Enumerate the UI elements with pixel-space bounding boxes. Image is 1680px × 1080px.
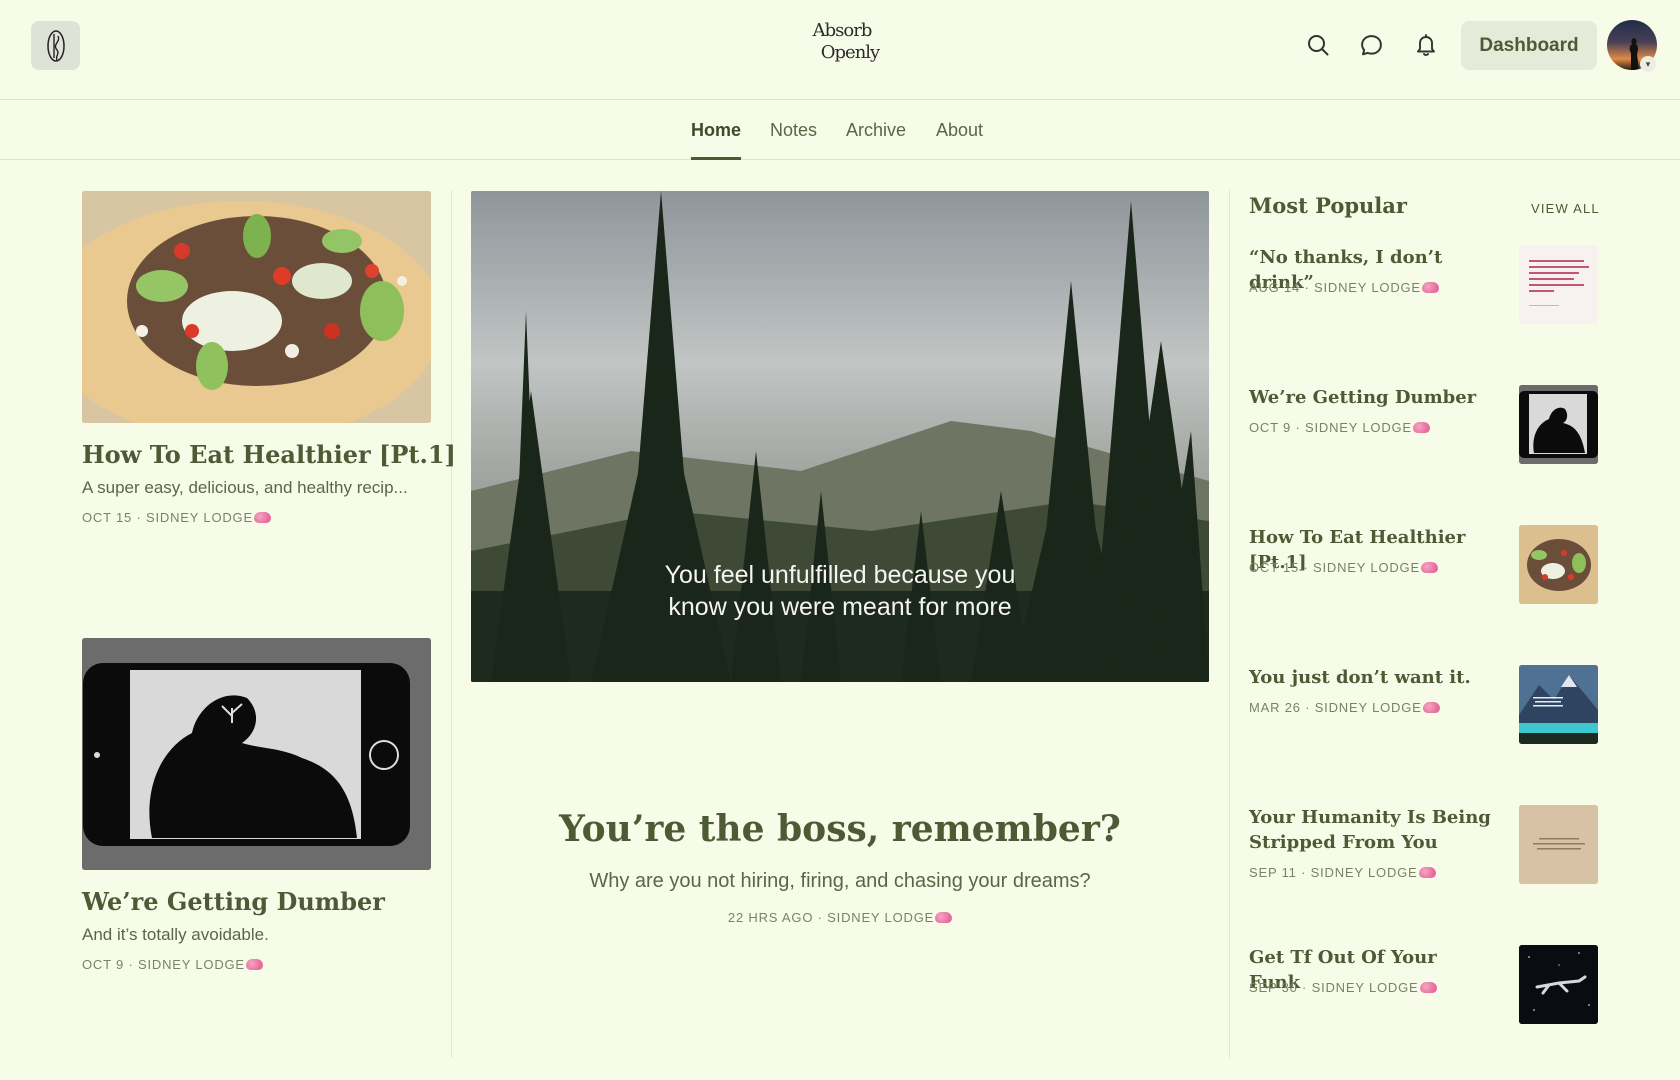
- post-subtitle: And it’s totally avoidable.: [82, 925, 269, 944]
- tab-archive[interactable]: Archive: [846, 120, 906, 160]
- featured-image-caption: You feel unfulfilled because you know yo…: [471, 559, 1209, 623]
- post-meta-text: OCT 15 · SIDNEY LODGE: [82, 510, 253, 525]
- post-title[interactable]: We’re Getting Dumber: [82, 887, 385, 916]
- brain-emoji-icon: [1419, 982, 1437, 993]
- post-meta-text: SEP 30 · SIDNEY LODGE: [1249, 980, 1419, 995]
- logo-mark-icon: [46, 29, 65, 62]
- brain-emoji-icon: [935, 912, 953, 923]
- quote-card-thumbnail: [1519, 245, 1598, 324]
- chat-button[interactable]: [1357, 31, 1385, 59]
- column-divider-left: [451, 190, 452, 1058]
- post-meta-text: OCT 15 · SIDNEY LODGE: [1249, 560, 1420, 575]
- popular-post-title[interactable]: We’re Getting Dumber: [1249, 385, 1494, 410]
- post-meta: OCT 15 · SIDNEY LODGE: [82, 510, 271, 525]
- popular-post-thumbnail[interactable]: [1519, 245, 1598, 324]
- featured-post-image[interactable]: You feel unfulfilled because you know yo…: [471, 191, 1209, 682]
- search-icon: [1308, 35, 1329, 56]
- publication-nav: Home Notes Archive About: [0, 100, 1680, 160]
- brain-emoji-icon: [1412, 422, 1430, 433]
- brain-emoji-icon: [1418, 867, 1436, 878]
- food-photo-illustration: [82, 191, 431, 423]
- caption-line-2: know you were meant for more: [668, 593, 1012, 621]
- tab-notes[interactable]: Notes: [770, 120, 817, 160]
- post-meta: OCT 9 · SIDNEY LODGE: [82, 957, 263, 972]
- popular-post-item[interactable]: You just don’t want it. MAR 26 · SIDNEY …: [1249, 665, 1598, 747]
- post-meta-text: AUG 14 · SIDNEY LODGE: [1249, 280, 1421, 295]
- phone-figure-illustration: [82, 638, 431, 870]
- post-meta-text: OCT 9 · SIDNEY LODGE: [1249, 420, 1412, 435]
- column-divider-right: [1229, 190, 1230, 1058]
- popular-post-meta: OCT 9 · SIDNEY LODGE: [1249, 420, 1430, 435]
- tab-about[interactable]: About: [936, 120, 983, 160]
- caption-line-1: You feel unfulfilled because you: [664, 561, 1016, 589]
- popular-post-meta: AUG 14 · SIDNEY LODGE: [1249, 280, 1439, 295]
- popular-post-thumbnail[interactable]: [1519, 525, 1598, 604]
- brain-emoji-icon: [245, 959, 263, 970]
- publication-wordmark[interactable]: Absorb Openly: [800, 20, 884, 70]
- popular-post-item[interactable]: Your Humanity Is Being Stripped From You…: [1249, 805, 1598, 887]
- mountain-lake-thumbnail: [1519, 665, 1598, 744]
- tab-home[interactable]: Home: [691, 120, 742, 160]
- popular-post-title[interactable]: Your Humanity Is Being Stripped From You: [1249, 805, 1494, 855]
- popular-post-title[interactable]: You just don’t want it.: [1249, 665, 1494, 690]
- popular-post-item[interactable]: “No thanks, I don’t drink” AUG 14 · SIDN…: [1249, 245, 1598, 327]
- popular-post-thumbnail[interactable]: [1519, 665, 1598, 744]
- top-bar: Absorb Openly Dashboard ▾: [0, 0, 1680, 100]
- post-meta-text: OCT 9 · SIDNEY LODGE: [82, 957, 245, 972]
- wordmark-line-2: Openly: [820, 42, 880, 63]
- popular-post-meta: SEP 11 · SIDNEY LODGE: [1249, 865, 1436, 880]
- popular-post-meta: SEP 30 · SIDNEY LODGE: [1249, 980, 1437, 995]
- popular-post-thumbnail[interactable]: [1519, 945, 1598, 1024]
- avatar-menu-chevron-icon[interactable]: ▾: [1640, 56, 1656, 72]
- search-button[interactable]: [1304, 31, 1332, 59]
- paper-quote-thumbnail: [1519, 805, 1598, 884]
- publication-logo[interactable]: [31, 21, 80, 70]
- post-subtitle: A super easy, delicious, and healthy rec…: [82, 478, 408, 497]
- most-popular-heading: Most Popular: [1249, 193, 1407, 218]
- post-image-phone-illustration[interactable]: [82, 638, 431, 870]
- bell-icon: [1417, 34, 1435, 56]
- popular-post-item[interactable]: We’re Getting Dumber OCT 9 · SIDNEY LODG…: [1249, 385, 1598, 467]
- food-thumbnail: [1519, 525, 1598, 604]
- wordmark-line-1: Absorb: [812, 20, 873, 41]
- popular-post-thumbnail[interactable]: [1519, 805, 1598, 884]
- featured-post-subtitle: Why are you not hiring, firing, and chas…: [589, 870, 1091, 892]
- post-meta-text: MAR 26 · SIDNEY LODGE: [1249, 700, 1422, 715]
- post-image-healthy-food[interactable]: [82, 191, 431, 423]
- brain-emoji-icon: [1421, 282, 1439, 293]
- brain-emoji-icon: [1422, 702, 1440, 713]
- popular-post-thumbnail[interactable]: [1519, 385, 1598, 464]
- post-meta-text: 22 HRS AGO · SIDNEY LODGE: [727, 910, 935, 925]
- popular-post-item[interactable]: How To Eat Healthier [Pt.1] OCT 15 · SID…: [1249, 525, 1598, 607]
- post-meta-text: SEP 11 · SIDNEY LODGE: [1249, 865, 1418, 880]
- phone-figure-thumbnail: [1519, 385, 1598, 464]
- brain-emoji-icon: [253, 512, 271, 523]
- view-all-link[interactable]: VIEW ALL: [1531, 201, 1600, 216]
- post-title[interactable]: How To Eat Healthier [Pt.1]: [82, 440, 456, 469]
- popular-post-meta: OCT 15 · SIDNEY LODGE: [1249, 560, 1438, 575]
- popular-post-item[interactable]: Get Tf Out Of Your Funk SEP 30 · SIDNEY …: [1249, 945, 1598, 1027]
- chat-icon: [1360, 34, 1382, 55]
- dashboard-button[interactable]: Dashboard: [1461, 21, 1597, 70]
- notifications-button[interactable]: [1412, 31, 1440, 59]
- popular-post-meta: MAR 26 · SIDNEY LODGE: [1249, 700, 1440, 715]
- space-figure-thumbnail: [1519, 945, 1598, 1024]
- brain-emoji-icon: [1420, 562, 1438, 573]
- featured-post-title[interactable]: You’re the boss, remember?: [471, 808, 1209, 850]
- featured-post-meta: 22 HRS AGO · SIDNEY LODGE: [471, 910, 1209, 925]
